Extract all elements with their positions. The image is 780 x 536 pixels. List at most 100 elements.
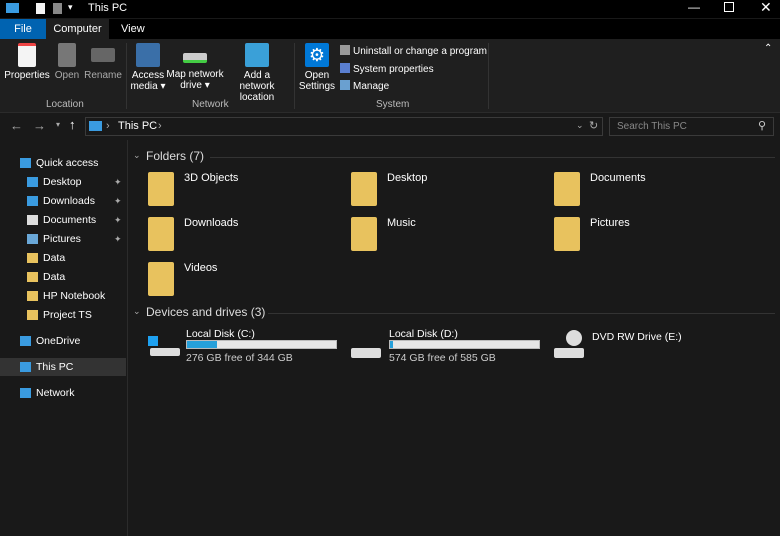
pin-icon: ✦	[114, 196, 122, 206]
collapse-drives-icon[interactable]: ⌄	[133, 306, 141, 317]
drive-c-label: Local Disk (C:)	[186, 328, 255, 340]
rename-button[interactable]: Rename	[84, 39, 122, 81]
address-bar[interactable]: › This PC › ⌄ ↻	[85, 117, 603, 136]
system-properties-icon	[340, 63, 350, 73]
rename-icon	[91, 48, 115, 62]
folder-3d-objects[interactable]: 3D Objects	[148, 172, 328, 212]
drive-d[interactable]: Local Disk (D:) 574 GB free of 585 GB	[349, 328, 544, 368]
sidebar-item-network[interactable]: Network	[0, 384, 126, 402]
folder-label: Downloads	[184, 217, 239, 229]
manage-button[interactable]: Manage	[340, 80, 389, 92]
add-network-location-button[interactable]: Add a network location	[226, 39, 288, 103]
properties-quick-icon[interactable]	[36, 3, 45, 14]
sidebar-item-onedrive[interactable]: OneDrive	[0, 332, 126, 350]
recent-locations-button[interactable]: ▾	[56, 120, 60, 129]
breadcrumb-this-pc[interactable]: This PC	[118, 120, 157, 132]
drives-header: Devices and drives (3)	[146, 305, 266, 319]
folder-videos[interactable]: Videos	[148, 262, 328, 302]
group-system-label: System	[376, 99, 410, 110]
drive-d-usage-bar	[389, 340, 540, 349]
dvd-drive-icon	[566, 330, 582, 346]
sidebar-item-data[interactable]: Data	[0, 249, 126, 267]
folder-icon	[27, 291, 38, 301]
forward-button[interactable]: →	[33, 118, 46, 133]
sidebar-item-label: Desktop	[43, 176, 82, 188]
sidebar-item-hp-notebook[interactable]: HP Notebook	[0, 287, 126, 305]
up-button[interactable]: ↑	[69, 117, 76, 132]
folder-pictures[interactable]: Pictures	[554, 217, 734, 257]
back-button[interactable]: ←	[10, 118, 23, 133]
pin-icon: ✦	[114, 215, 122, 225]
sidebar-item-this-pc[interactable]: This PC	[0, 358, 126, 376]
map-network-drive-button[interactable]: Map network drive ▾	[166, 39, 224, 91]
folder-music[interactable]: Music	[351, 217, 531, 257]
cloud-icon	[20, 336, 31, 346]
folder-icon	[351, 172, 377, 206]
access-media-button[interactable]: Access media ▾	[130, 39, 166, 92]
folder-label: Documents	[590, 172, 646, 184]
download-icon	[27, 196, 38, 206]
properties-button[interactable]: Properties	[4, 39, 50, 81]
address-dropdown-icon[interactable]: ⌄	[576, 120, 584, 131]
tab-view[interactable]: View	[111, 19, 155, 39]
breadcrumb-separator: ›	[106, 120, 110, 132]
drive-c-usage-fill	[187, 341, 217, 348]
drive-c[interactable]: Local Disk (C:) 276 GB free of 344 GB	[146, 328, 341, 368]
window-title: This PC	[88, 2, 128, 14]
search-input[interactable]: Search This PC	[617, 121, 687, 132]
uninstall-icon	[340, 45, 350, 55]
folder-downloads[interactable]: Downloads	[148, 217, 328, 257]
folder-desktop[interactable]: Desktop	[351, 172, 531, 212]
sidebar-item-quick-access[interactable]: Quick access	[0, 154, 126, 172]
uninstall-program-button[interactable]: Uninstall or change a program	[340, 45, 487, 57]
drive-d-free-space: 574 GB free of 585 GB	[389, 352, 496, 364]
sidebar-item-documents[interactable]: Documents ✦	[0, 211, 126, 229]
pin-icon: ✦	[114, 177, 122, 187]
folder-icon	[554, 172, 580, 206]
sidebar-item-downloads[interactable]: Downloads ✦	[0, 192, 126, 210]
dvd-drive-base	[554, 348, 584, 358]
documents-icon	[27, 215, 38, 225]
drive-icon	[351, 348, 381, 358]
sidebar-item-label: HP Notebook	[43, 290, 106, 302]
sidebar-item-label: Network	[36, 387, 75, 399]
tab-file[interactable]: File	[0, 19, 46, 39]
title-bar: ▾ This PC — ✕	[0, 0, 780, 18]
gear-icon: ⚙	[305, 43, 329, 67]
sidebar-item-label: Project TS	[43, 309, 92, 321]
folder-icon	[148, 217, 174, 251]
folder-documents[interactable]: Documents	[554, 172, 734, 212]
minimize-button[interactable]: —	[688, 0, 700, 14]
tab-computer[interactable]: Computer	[46, 19, 109, 39]
close-button[interactable]: ✕	[760, 0, 772, 16]
collapse-folders-icon[interactable]: ⌄	[133, 150, 141, 161]
open-settings-button[interactable]: ⚙ Open Settings	[298, 39, 336, 92]
sidebar-item-pictures[interactable]: Pictures ✦	[0, 230, 126, 248]
customize-quick-access-icon[interactable]: ▾	[68, 2, 73, 13]
open-button[interactable]: Open	[52, 39, 82, 81]
sidebar-item-data[interactable]: Data	[0, 268, 126, 286]
star-icon	[20, 158, 31, 168]
collapse-ribbon-icon[interactable]: ⌃	[764, 43, 772, 54]
refresh-icon[interactable]: ↻	[589, 119, 598, 132]
drive-d-label: Local Disk (D:)	[389, 328, 458, 340]
drive-d-usage-fill	[390, 341, 393, 348]
maximize-button[interactable]	[724, 2, 734, 12]
folder-icon	[351, 217, 377, 251]
drive-e[interactable]: DVD RW Drive (E:)	[552, 328, 747, 368]
divider	[294, 43, 295, 109]
divider	[210, 157, 775, 158]
sidebar-item-desktop[interactable]: Desktop ✦	[0, 173, 126, 191]
network-drive-icon	[183, 53, 207, 63]
system-properties-button[interactable]: System properties	[340, 63, 434, 75]
folder-label: 3D Objects	[184, 172, 239, 184]
sidebar-item-label: Quick access	[36, 157, 99, 169]
sidebar-item-label: Pictures	[43, 233, 81, 245]
sidebar-item-project-ts[interactable]: Project TS	[0, 306, 126, 324]
desktop-icon	[27, 177, 38, 187]
search-box[interactable]: Search This PC ⚲	[609, 117, 774, 136]
media-icon	[136, 43, 160, 67]
new-folder-quick-icon[interactable]	[53, 3, 62, 14]
divider	[126, 43, 127, 109]
sidebar-item-label: Downloads	[43, 195, 95, 207]
